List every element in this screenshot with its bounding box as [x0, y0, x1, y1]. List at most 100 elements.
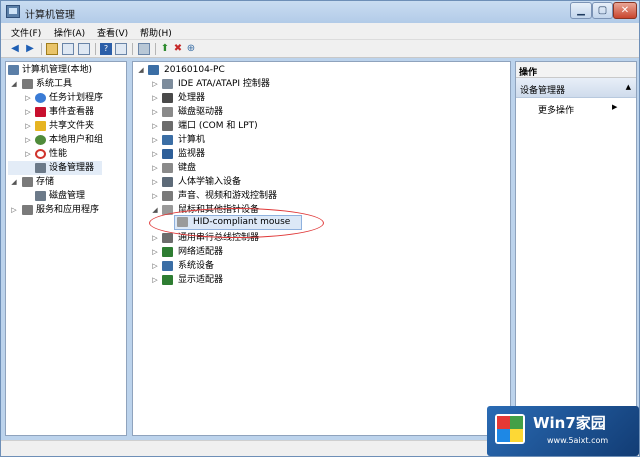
collapse-arrow-icon[interactable]: ◢ — [151, 203, 159, 217]
menu-bar: 文件(F) 操作(A) 查看(V) 帮助(H) — [1, 23, 639, 40]
maximize-button[interactable]: ▢ — [592, 2, 613, 19]
device-category-label: 系统设备 — [178, 261, 215, 271]
menu-file[interactable]: 文件(F) — [11, 26, 41, 39]
tree-item-label: 服务和应用程序 — [36, 205, 100, 215]
toolbar-separator — [155, 43, 156, 55]
expand-arrow-icon[interactable]: ▷ — [151, 133, 159, 147]
usb-icon — [162, 233, 173, 243]
tree-item-label: 本地用户和组 — [49, 135, 104, 145]
console-tree-icon[interactable] — [78, 43, 90, 55]
tree-item-label: 系统工具 — [36, 79, 73, 89]
uninstall-device-icon[interactable]: ✖ — [172, 43, 184, 55]
enable-device-icon[interactable]: ⊕ — [185, 43, 197, 55]
collapse-arrow-icon[interactable]: ◢ — [137, 63, 145, 77]
mouse-icon — [162, 205, 173, 215]
computer-management-window: 计算机管理 ▁ ▢ ✕ 文件(F) 操作(A) 查看(V) 帮助(H) ◀ ▶ … — [0, 0, 640, 457]
expand-arrow-icon[interactable]: ▷ — [151, 231, 159, 245]
expand-arrow-icon[interactable]: ▷ — [24, 91, 32, 105]
watermark-logo: Win7家园 www.5aixt.com — [487, 406, 639, 456]
update-driver-icon[interactable]: ⬆ — [159, 43, 171, 55]
toolbar: ◀ ▶ ? ⬆ ✖ ⊕ — [1, 40, 639, 58]
help-icon[interactable]: ? — [100, 43, 112, 55]
network-adapter-icon — [162, 247, 173, 257]
menu-help[interactable]: 帮助(H) — [140, 26, 172, 39]
monitor-icon — [162, 149, 173, 159]
disk-icon — [35, 191, 46, 201]
properties-icon[interactable] — [115, 43, 127, 55]
up-folder-icon[interactable] — [46, 43, 58, 55]
expand-arrow-icon[interactable]: ▷ — [24, 105, 32, 119]
expand-arrow-icon[interactable]: ▷ — [151, 245, 159, 259]
expand-arrow-icon[interactable]: ▷ — [151, 189, 159, 203]
port-icon — [162, 121, 173, 131]
device-category-label: IDE ATA/ATAPI 控制器 — [178, 79, 270, 89]
computer-icon — [162, 135, 173, 145]
computer-management-icon — [6, 5, 20, 18]
expand-arrow-icon[interactable]: ▷ — [24, 133, 32, 147]
console-tree-pane[interactable]: 计算机管理(本地) ◢ 系统工具 ▷ 任务计划程序 ▷ 事件查看器 ▷ 共享文件… — [5, 61, 127, 436]
tree-item-label: 性能 — [49, 149, 68, 159]
device-category-label: 端口 (COM 和 LPT) — [178, 121, 258, 131]
tree-item-device-manager[interactable]: 设备管理器 — [8, 161, 102, 175]
windows-logo-icon — [495, 414, 525, 444]
hid-icon — [162, 177, 173, 187]
disk-drive-icon — [162, 107, 173, 117]
device-tree-pane[interactable]: ◢ 20160104-PC ▷ IDE ATA/ATAPI 控制器 ▷ 处理器 ▷ 磁盘驱… — [132, 61, 511, 436]
menu-view[interactable]: 查看(V) — [97, 26, 128, 39]
computer-icon — [148, 65, 159, 75]
tree-item-label: 任务计划程序 — [49, 93, 104, 103]
toolbar-separator — [95, 43, 96, 55]
processor-icon — [162, 93, 173, 103]
expand-arrow-icon[interactable]: ▷ — [151, 77, 159, 91]
tools-icon — [22, 79, 33, 89]
tree-item-label: 共享文件夹 — [49, 121, 95, 131]
tree-item-label: 设备管理器 — [49, 163, 95, 173]
services-icon — [22, 205, 33, 215]
expand-arrow-icon[interactable]: ▷ — [151, 119, 159, 133]
menu-action[interactable]: 操作(A) — [54, 26, 85, 39]
system-device-icon — [162, 261, 173, 271]
scan-hardware-icon[interactable] — [138, 43, 150, 55]
minimize-button[interactable]: ▁ — [570, 2, 592, 19]
expand-arrow-icon[interactable]: ▷ — [10, 203, 18, 217]
sound-icon — [162, 191, 173, 201]
actions-section-device-manager[interactable]: 设备管理器 ▲ — [516, 78, 636, 98]
expand-arrow-icon[interactable]: ▷ — [151, 105, 159, 119]
computer-management-icon — [8, 65, 19, 75]
display-adapter-icon — [162, 275, 173, 285]
event-viewer-icon — [35, 107, 46, 117]
submenu-arrow-icon[interactable]: ▶ — [612, 103, 617, 111]
tree-item-label: 存储 — [36, 177, 55, 187]
show-hide-tree-icon[interactable] — [62, 43, 74, 55]
keyboard-icon — [162, 163, 173, 173]
expand-arrow-icon[interactable]: ▷ — [24, 119, 32, 133]
watermark-brand: Win7家园 — [533, 414, 606, 432]
device-category-label: 通用串行总线控制器 — [178, 233, 260, 243]
expand-arrow-icon[interactable]: ▷ — [151, 273, 159, 287]
title-bar[interactable]: 计算机管理 ▁ ▢ ✕ — [1, 1, 639, 23]
device-category-label: 磁盘驱动器 — [178, 107, 224, 117]
expand-arrow-icon[interactable]: ▷ — [151, 91, 159, 105]
collapse-arrow-icon[interactable]: ◢ — [10, 77, 18, 91]
collapse-arrow-icon[interactable]: ◢ — [10, 175, 18, 189]
expand-arrow-icon[interactable]: ▷ — [151, 259, 159, 273]
forward-arrow-icon[interactable]: ▶ — [24, 43, 36, 55]
expand-arrow-icon[interactable]: ▷ — [151, 161, 159, 175]
more-actions-link[interactable]: 更多操作 — [538, 103, 574, 116]
device-category-label: 声音、视频和游戏控制器 — [178, 191, 278, 201]
expand-arrow-icon[interactable]: ▷ — [151, 175, 159, 189]
expand-arrow-icon[interactable]: ▷ — [24, 147, 32, 161]
expand-arrow-icon[interactable]: ▷ — [151, 147, 159, 161]
device-category-label: 显示适配器 — [178, 275, 224, 285]
device-category-label: 计算机 — [178, 135, 206, 145]
device-category-label: 键盘 — [178, 163, 197, 173]
device-category-label: 处理器 — [178, 93, 206, 103]
performance-icon — [35, 149, 46, 159]
back-arrow-icon[interactable]: ◀ — [9, 43, 21, 55]
collapse-caret-icon[interactable]: ▲ — [626, 83, 631, 91]
ide-controller-icon — [162, 79, 173, 89]
device-label: HID-compliant mouse — [193, 217, 291, 227]
storage-icon — [22, 177, 33, 187]
close-button[interactable]: ✕ — [613, 2, 637, 19]
watermark-url: www.5aixt.com — [547, 436, 609, 445]
